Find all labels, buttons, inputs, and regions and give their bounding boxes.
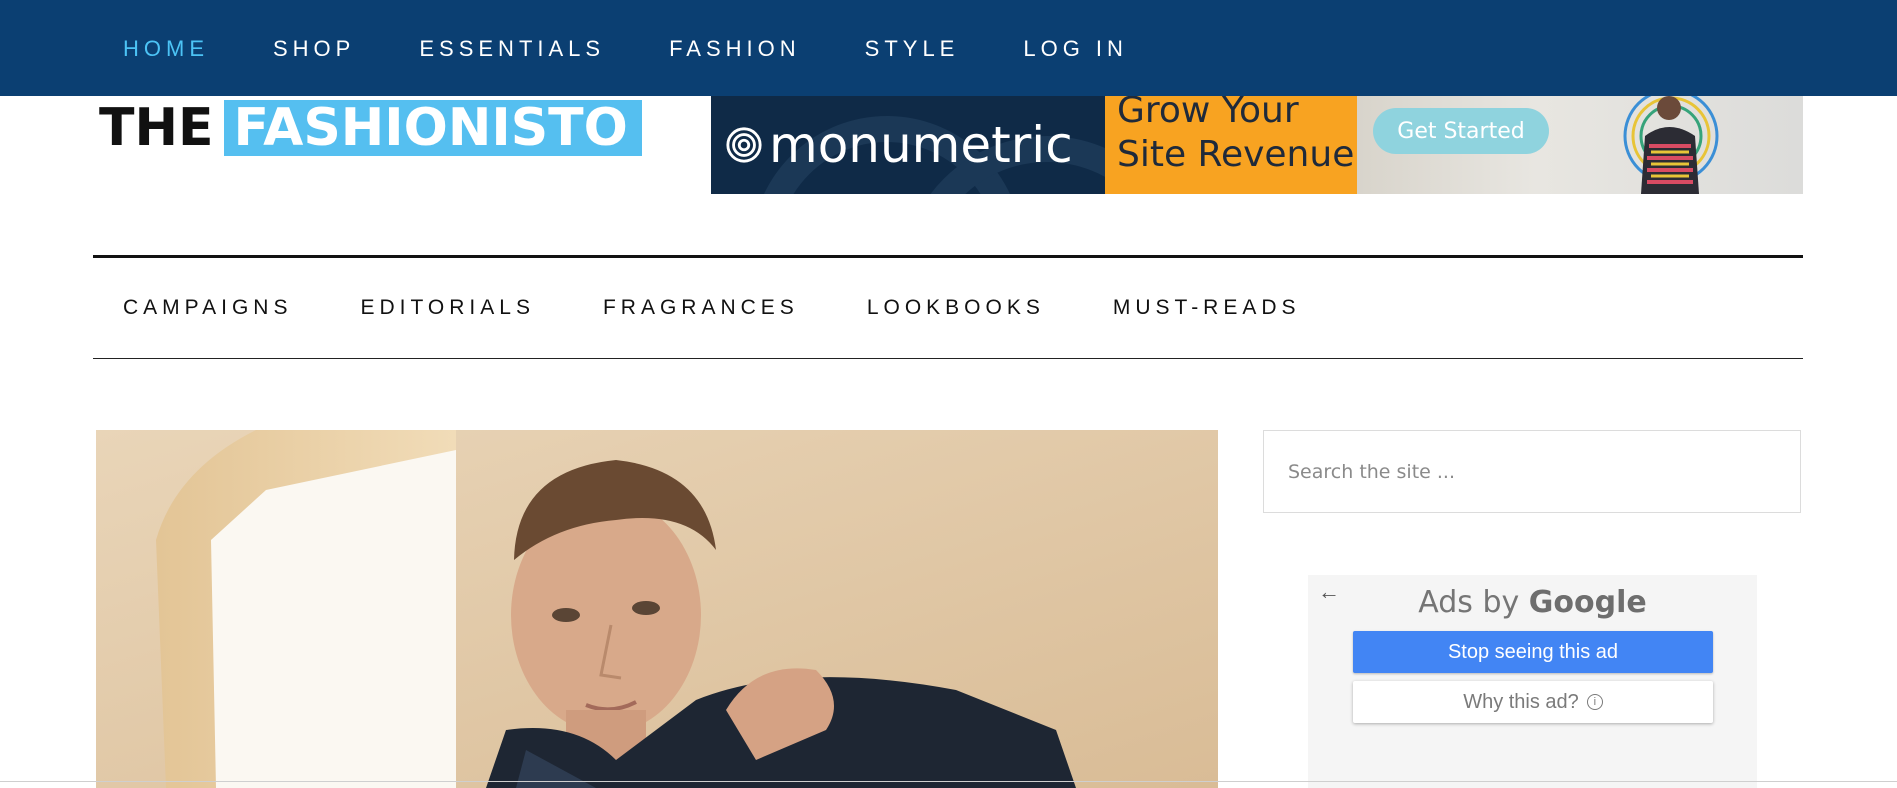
ads-by-text: Ads by <box>1418 585 1520 620</box>
top-nav-login[interactable]: LOG IN <box>1023 36 1128 62</box>
banner-ad-line1: Grow Your <box>1117 96 1299 131</box>
top-nav-home[interactable]: HOME <box>123 36 209 62</box>
top-nav-essentials[interactable]: ESSENTIALS <box>419 36 605 62</box>
category-nav-editorials[interactable]: EDITORIALS <box>360 296 534 320</box>
ads-by-google-label: Ads by Google <box>1308 585 1757 620</box>
category-nav: CAMPAIGNS EDITORIALS FRAGRANCES LOOKBOOK… <box>93 255 1803 359</box>
banner-ad-person-image <box>1623 96 1719 194</box>
banner-ad[interactable]: monumetric Grow Your Site Revenue Get St… <box>711 96 1803 194</box>
category-nav-lookbooks[interactable]: LOOKBOOKS <box>867 296 1045 320</box>
featured-photo-man <box>96 430 1218 788</box>
banner-ad-brand-name: monumetric <box>769 116 1073 174</box>
logo-text-fashionisto: FASHIONISTO <box>223 100 642 156</box>
monumetric-logo-icon <box>726 127 762 163</box>
top-nav-bar: HOME SHOP ESSENTIALS FASHION STYLE LOG I… <box>0 0 1897 96</box>
banner-ad-photo-panel: Get Started <box>1357 96 1803 194</box>
site-logo[interactable]: THE FASHIONISTO <box>99 100 642 156</box>
top-nav-shop[interactable]: SHOP <box>273 36 355 62</box>
banner-ad-brand-panel: monumetric <box>711 96 1105 194</box>
category-nav-campaigns[interactable]: CAMPAIGNS <box>123 296 292 320</box>
featured-article-image[interactable] <box>96 430 1218 788</box>
google-brand-text: Google <box>1528 585 1647 620</box>
logo-text-the: THE <box>99 98 214 158</box>
banner-ad-get-started-button[interactable]: Get Started <box>1373 108 1549 154</box>
top-nav: HOME SHOP ESSENTIALS FASHION STYLE LOG I… <box>123 36 1192 62</box>
why-this-ad-button[interactable]: Why this ad? i <box>1353 681 1713 723</box>
category-nav-must-reads[interactable]: MUST-READS <box>1113 296 1301 320</box>
top-nav-fashion[interactable]: FASHION <box>669 36 801 62</box>
info-icon: i <box>1586 694 1603 710</box>
top-nav-style[interactable]: STYLE <box>865 36 960 62</box>
page-divider <box>0 781 1897 782</box>
google-ad-panel: ← Ads by Google Stop seeing this ad Why … <box>1308 575 1757 788</box>
stop-seeing-this-ad-button[interactable]: Stop seeing this ad <box>1353 631 1713 673</box>
category-nav-fragrances[interactable]: FRAGRANCES <box>603 296 799 320</box>
banner-ad-brand: monumetric <box>725 96 1073 194</box>
banner-ad-message-panel: Grow Your Site Revenue <box>1105 96 1357 194</box>
search-input[interactable] <box>1263 430 1801 513</box>
banner-ad-line2: Site Revenue <box>1117 134 1355 175</box>
why-this-ad-label: Why this ad? <box>1463 690 1579 713</box>
